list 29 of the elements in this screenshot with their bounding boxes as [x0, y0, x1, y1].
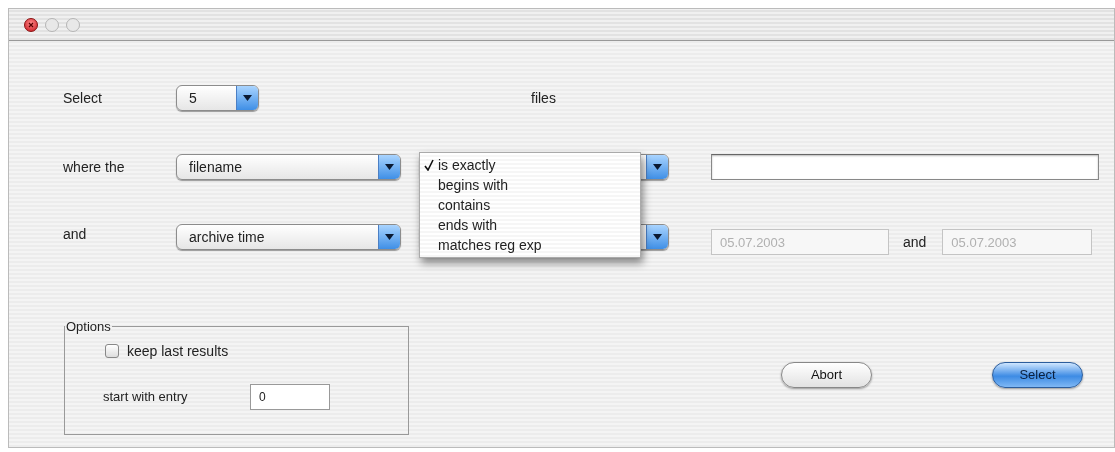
- joiner-label: and: [903, 232, 927, 252]
- caret-icon: [385, 164, 394, 170]
- row-label: where the: [63, 157, 126, 177]
- menu-item[interactable]: contains: [420, 195, 640, 215]
- close-button[interactable]: [24, 17, 38, 32]
- row-label: Select: [63, 88, 103, 108]
- menu-item[interactable]: is exactly: [420, 155, 640, 175]
- caret-icon: [653, 234, 662, 240]
- field-popup[interactable]: filename: [176, 154, 401, 180]
- dialog-button[interactable]: Select: [992, 362, 1083, 388]
- field-popup[interactable]: archive time: [176, 224, 401, 250]
- caret-icon: [385, 234, 394, 240]
- caret-icon: [243, 95, 252, 101]
- dialog-button[interactable]: Abort: [781, 362, 872, 388]
- caret-icon: [653, 164, 662, 170]
- unit-label: files: [531, 88, 556, 108]
- entry-field[interactable]: 0: [250, 383, 330, 410]
- row-label: and: [63, 225, 88, 244]
- menu-item[interactable]: matches reg exp: [420, 235, 640, 255]
- close-icon: [28, 21, 34, 28]
- checkmark-icon: [424, 159, 434, 171]
- checkbox[interactable]: [105, 344, 119, 358]
- field-label: start with entry: [103, 387, 189, 406]
- count-popup[interactable]: 5: [176, 85, 259, 111]
- group-title: Options: [65, 318, 112, 336]
- value-field[interactable]: [711, 154, 1099, 180]
- checkbox-label: keep last results: [127, 341, 229, 361]
- menu-item[interactable]: ends with: [420, 215, 640, 235]
- menu-item[interactable]: begins with: [420, 175, 640, 195]
